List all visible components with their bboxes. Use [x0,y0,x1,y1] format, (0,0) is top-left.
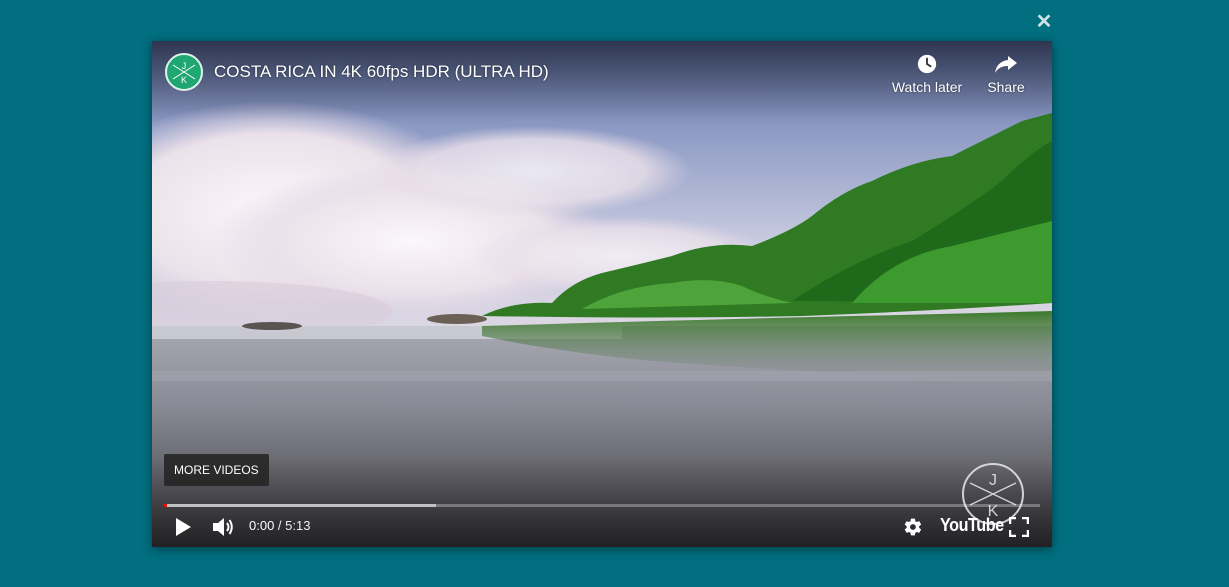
buffered-progress [164,504,436,507]
jk-logo-icon: J K [172,61,196,85]
watch-later-label: Watch later [891,79,963,95]
duration: 5:13 [285,518,311,533]
close-modal-button[interactable]: ✕ [1033,11,1055,33]
play-button[interactable] [172,515,194,539]
volume-button[interactable] [210,515,236,539]
svg-text:K: K [181,75,187,85]
watch-later-button[interactable]: Watch later [891,53,963,95]
share-button[interactable]: Share [978,53,1034,95]
youtube-logo[interactable]: YouTube [940,515,1004,536]
svg-text:J: J [182,61,187,71]
svg-text:J: J [989,472,997,489]
fullscreen-icon [1009,517,1029,537]
volume-icon [213,518,233,536]
share-arrow-icon [995,56,1017,73]
more-videos-button[interactable]: MORE VIDEOS [164,454,269,486]
video-title[interactable]: COSTA RICA IN 4K 60fps HDR (ULTRA HD) [214,62,549,82]
played-progress [164,504,167,507]
clock-icon [917,54,937,74]
time-display: 0:00 / 5:13 [249,518,310,533]
settings-button[interactable] [902,516,924,538]
channel-avatar[interactable]: J K [165,53,203,91]
gear-icon [904,518,922,536]
fullscreen-button[interactable] [1008,516,1030,538]
current-time: 0:00 [249,518,275,533]
share-label: Share [987,79,1025,95]
play-icon [176,518,191,536]
video-player[interactable]: J K COSTA RICA IN 4K 60fps HDR (ULTRA HD… [152,41,1052,547]
progress-bar[interactable] [164,504,1040,507]
time-separator: / [274,518,286,533]
